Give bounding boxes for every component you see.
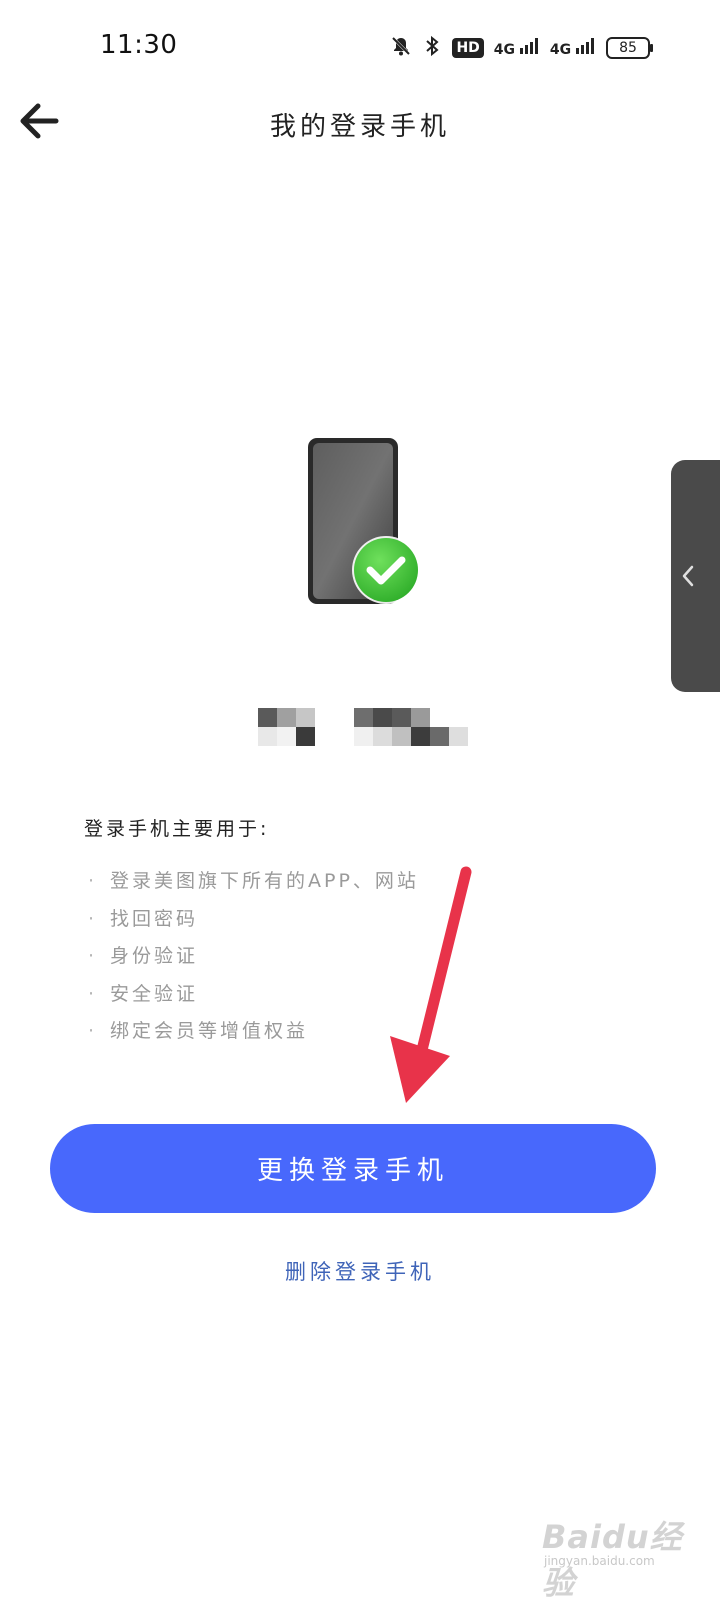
hd-icon: HD xyxy=(452,38,484,58)
signal-4g-icon: 4G xyxy=(494,38,540,58)
page-title: 我的登录手机 xyxy=(269,112,450,142)
watermark-url: jingyan.baidu.com xyxy=(544,1554,655,1568)
mosaic-block xyxy=(392,708,411,727)
mosaic-block xyxy=(258,727,277,746)
chevron-left-icon xyxy=(682,565,694,587)
mosaic-block xyxy=(373,727,392,746)
side-drawer-handle[interactable] xyxy=(671,460,720,692)
mosaic-block xyxy=(258,708,277,727)
delete-login-phone-link[interactable]: 删除登录手机 xyxy=(0,1256,720,1286)
list-item: · 登录美图旗下所有的APP、网站 xyxy=(88,870,419,892)
list-item: · 身份验证 xyxy=(88,945,199,967)
list-item: · 安全验证 xyxy=(88,982,199,1005)
mosaic-block xyxy=(411,708,430,727)
masked-phone-number xyxy=(258,708,468,748)
mosaic-block xyxy=(296,708,315,727)
top-nav-bar: 我的登录手机 xyxy=(0,96,720,156)
mosaic-block xyxy=(449,727,468,746)
list-item: · 找回密码 xyxy=(88,907,199,930)
status-time: 11:30 xyxy=(100,30,178,60)
mosaic-block xyxy=(373,708,392,727)
annotation-arrow-icon xyxy=(390,866,472,1103)
usage-list: · 登录美图旗下所有的APP、网站 · 找回密码 · 身份验证 · 安全验证 · 绑定会员… xyxy=(88,868,419,1056)
mosaic-block xyxy=(430,727,449,746)
list-item: · 绑定会员等增值权益 xyxy=(88,1020,309,1042)
mosaic-block xyxy=(296,727,315,746)
status-bar: 11:30 HD 4G 4G 85 xyxy=(0,0,720,96)
usage-title: 登录手机主要用于: xyxy=(84,818,270,840)
status-icons: HD 4G 4G 85 xyxy=(390,34,653,62)
bluetooth-icon xyxy=(422,35,442,61)
mute-bell-icon xyxy=(390,35,412,61)
mosaic-block xyxy=(277,727,296,746)
phone-verified-icon xyxy=(306,436,426,606)
mosaic-block xyxy=(411,727,430,746)
mosaic-block xyxy=(354,727,373,746)
mosaic-block xyxy=(354,708,373,727)
battery-icon: 85 xyxy=(606,37,653,59)
mosaic-block xyxy=(392,727,411,746)
mosaic-block xyxy=(277,708,296,727)
signal-4g-icon-2: 4G xyxy=(550,38,596,58)
change-login-phone-button[interactable]: 更换登录手机 xyxy=(50,1124,656,1213)
watermark: Baidu经验 jingyan.baidu.com xyxy=(542,1496,692,1602)
